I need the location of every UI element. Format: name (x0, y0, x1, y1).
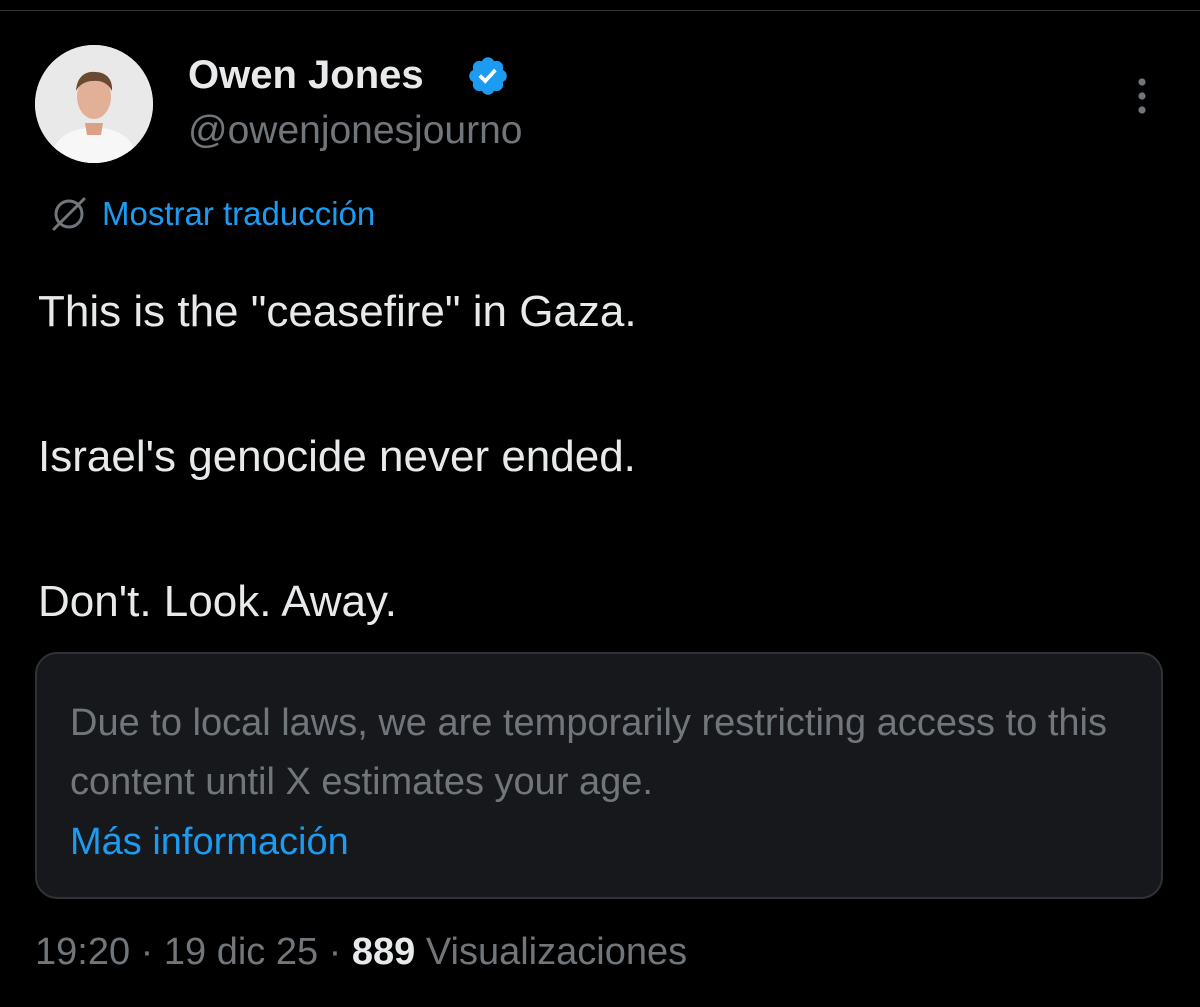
tweet-metadata: 19:20 · 19 dic 25 · 889 Visualizaciones (35, 928, 687, 976)
verified-badge-icon (469, 57, 507, 95)
show-translation-label: Mostrar traducción (102, 195, 376, 232)
more-info-link[interactable]: Más información (70, 813, 349, 872)
views-count: 889 (351, 931, 416, 973)
tweet-time[interactable]: 19:20 (35, 931, 130, 973)
avatar[interactable] (35, 45, 153, 163)
top-divider (0, 10, 1200, 11)
translate-icon (52, 197, 86, 231)
tweet-text-line: This is the "ceasefire" in Gaza. (38, 287, 637, 336)
tweet-text-line: Don't. Look. Away. (38, 577, 397, 626)
author-handle[interactable]: @owenjonesjourno (188, 108, 522, 154)
show-translation-button[interactable]: Mostrar traducción (48, 192, 375, 236)
profile-photo-icon (35, 45, 153, 163)
tweet-text-line: Israel's genocide never ended. (38, 432, 636, 481)
separator: · (140, 931, 154, 973)
views-label: Visualizaciones (425, 931, 688, 973)
notice-text: Due to local laws, we are temporarily re… (70, 702, 1107, 803)
age-restriction-notice: Due to local laws, we are temporarily re… (35, 652, 1163, 899)
tweet-date[interactable]: 19 dic 25 (164, 931, 318, 973)
author-name[interactable]: Owen Jones (188, 52, 424, 98)
more-options-icon[interactable] (1122, 72, 1162, 120)
separator: · (328, 931, 342, 973)
